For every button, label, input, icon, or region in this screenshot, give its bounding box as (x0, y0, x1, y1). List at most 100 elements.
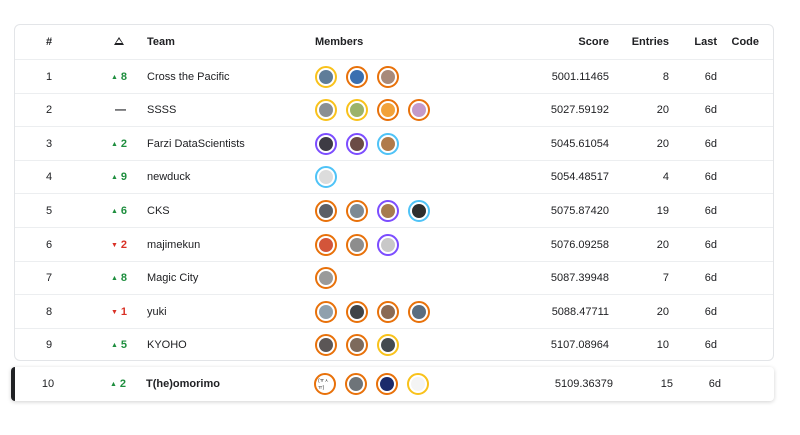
member-avatar[interactable] (315, 267, 337, 290)
leaderboard-table: # Team Members Score Entries Last Code 1… (14, 24, 774, 361)
member-avatar[interactable] (315, 99, 337, 122)
my-team-highlight-bar (11, 367, 15, 401)
member-avatar[interactable] (346, 300, 368, 323)
my-team-row[interactable]: 10 ▲ 2 T(he)omorimo (ㅠㅅㅠ) 5109.36379 15 6… (11, 367, 774, 401)
rank: 2 (45, 104, 53, 117)
member-avatar[interactable] (377, 233, 399, 256)
trend-icon: ▲ (110, 342, 118, 350)
member-avatar[interactable] (377, 132, 399, 155)
member-avatar[interactable] (377, 99, 399, 122)
avatar-image (350, 338, 364, 353)
leaderboard-row[interactable]: 9 ▲ 5 KYOHO 5107.08964 10 6d (15, 327, 773, 362)
member-avatar[interactable] (377, 300, 399, 323)
team-name[interactable]: Farzi DataScientists (147, 138, 317, 150)
last-submission: 6d (704, 339, 717, 352)
team-name[interactable]: T(he)omorimo (146, 378, 316, 390)
member-avatar[interactable] (315, 132, 337, 155)
leaderboard-row[interactable]: 6 ▼ 2 majimekun 5076.09258 20 6d (15, 227, 773, 261)
score: 5087.39948 (550, 272, 609, 285)
avatar-image (350, 136, 364, 151)
member-avatar[interactable] (346, 199, 368, 222)
team-name[interactable]: Cross the Pacific (147, 71, 317, 83)
header-members: Members (315, 36, 364, 48)
entries: 4 (662, 171, 669, 184)
rank-change-value: 5 (120, 339, 128, 352)
rank-change-value: 2 (119, 378, 127, 390)
member-avatar[interactable] (377, 334, 399, 357)
rank: 1 (45, 70, 53, 83)
last-submission: 6d (704, 305, 717, 318)
member-avatar[interactable] (315, 199, 337, 222)
score: 5088.47711 (551, 305, 609, 318)
member-avatar[interactable] (407, 373, 429, 395)
member-avatar[interactable] (377, 199, 399, 222)
avatar-image (319, 170, 333, 185)
member-avatar[interactable] (315, 166, 337, 189)
header-score[interactable]: Score (499, 36, 609, 48)
member-avatar[interactable] (346, 334, 368, 357)
entries: 15 (660, 378, 673, 390)
rank-change: ▲ 2 (98, 378, 138, 390)
avatar-image (381, 103, 395, 118)
header-entries[interactable]: Entries (619, 36, 669, 48)
member-avatar[interactable] (377, 65, 399, 88)
rank: 8 (45, 305, 53, 318)
header-team[interactable]: Team (147, 36, 317, 48)
member-avatar[interactable] (408, 99, 430, 122)
rank: 9 (45, 339, 53, 352)
leaderboard-row[interactable]: 1 ▲ 8 Cross the Pacific 5001.11465 8 6d (15, 59, 773, 93)
header-rank[interactable]: # (35, 36, 63, 48)
leaderboard-header-row: # Team Members Score Entries Last Code (15, 25, 773, 59)
leaderboard-row[interactable]: 2 — SSSS 5027.59192 20 6d (15, 92, 773, 127)
header-rank-change[interactable] (99, 36, 139, 48)
trend-icon: ▼ (110, 308, 118, 316)
last-submission: 6d (708, 378, 721, 390)
member-avatar[interactable] (408, 300, 430, 323)
leaderboard-row[interactable]: 8 ▼ 1 yuki 5088.47711 20 6d (15, 294, 773, 328)
rank-change: ▲ 9 (99, 171, 139, 183)
member-avatar[interactable] (315, 233, 337, 256)
rank-change-value: 8 (120, 272, 128, 285)
header-last[interactable]: Last (677, 36, 717, 48)
entries: 19 (656, 204, 669, 217)
member-avatar[interactable] (315, 300, 337, 323)
rank-change-value: — (115, 104, 126, 117)
score: 5075.87420 (550, 204, 609, 217)
leaderboard-row[interactable]: 7 ▲ 8 Magic City 5087.39948 7 6d (15, 260, 773, 295)
member-avatar[interactable] (345, 373, 367, 395)
team-name[interactable]: KYOHO (147, 339, 317, 351)
team-name[interactable]: majimekun (147, 239, 317, 251)
rank-change: ▲ 2 (99, 138, 139, 150)
member-avatar[interactable] (346, 65, 368, 88)
team-members: (ㅠㅅㅠ) (314, 373, 514, 395)
rank: 3 (45, 137, 53, 150)
team-members (315, 166, 515, 189)
member-avatar[interactable] (376, 373, 398, 395)
leaderboard-row[interactable]: 3 ▲ 2 Farzi DataScientists 5045.61054 20 … (15, 126, 773, 160)
avatar-image (381, 338, 395, 353)
score: 5045.61054 (550, 137, 609, 150)
leaderboard-row[interactable]: 5 ▲ 6 CKS 5075.87420 19 6d (15, 193, 773, 227)
leaderboard-row[interactable]: 4 ▲ 9 newduck 5054.48517 4 6d (15, 159, 773, 194)
member-avatar[interactable]: (ㅠㅅㅠ) (314, 373, 336, 395)
score: 5027.59192 (550, 104, 609, 117)
entries: 20 (656, 305, 669, 318)
team-name[interactable]: CKS (147, 205, 317, 217)
team-name[interactable]: newduck (147, 171, 317, 183)
member-avatar[interactable] (315, 334, 337, 357)
member-avatar[interactable] (315, 65, 337, 88)
avatar-image (381, 304, 395, 319)
member-avatar[interactable] (408, 199, 430, 222)
team-members (315, 334, 515, 357)
rank: 5 (45, 204, 53, 217)
member-avatar[interactable] (346, 99, 368, 122)
team-name[interactable]: SSSS (147, 104, 317, 116)
team-name[interactable]: yuki (147, 306, 317, 318)
avatar-image (349, 377, 363, 391)
team-name[interactable]: Magic City (147, 272, 317, 284)
avatar-image (350, 203, 364, 218)
member-avatar[interactable] (346, 233, 368, 256)
avatar-image (319, 237, 333, 252)
member-avatar[interactable] (346, 132, 368, 155)
rank-change: — (99, 104, 139, 116)
